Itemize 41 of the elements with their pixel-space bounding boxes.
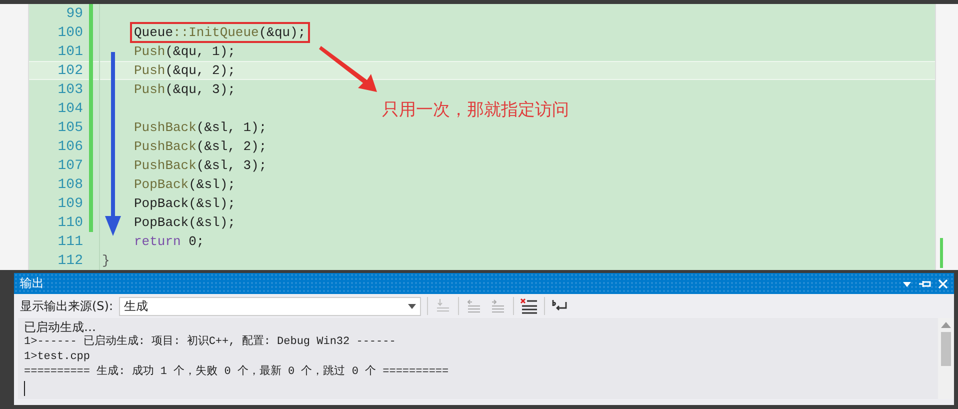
output-line: ========== 生成: 成功 1 个，失败 0 个，最新 0 个，跳过 0 个 ==========	[24, 365, 450, 380]
line-number: 108	[56, 176, 84, 192]
annotation-text: 只用一次，那就指定访问	[382, 99, 569, 121]
line-number: 101	[56, 44, 84, 60]
pointer-arrow	[319, 46, 377, 92]
code-line: Push(&qu, 1);	[133, 43, 236, 60]
clear-all-icon[interactable]	[520, 298, 538, 314]
code-line: PopBack(&sl);	[133, 195, 236, 212]
vertical-scrollbar[interactable]	[935, 4, 958, 270]
source-label: 显示输出来源(S):	[20, 298, 114, 314]
code-line: Push(&qu, 2);	[133, 62, 236, 79]
line-number: 110	[56, 214, 84, 230]
line-number: 112	[56, 252, 84, 268]
code-line: PushBack(&sl, 2);	[133, 138, 268, 155]
line-number: 111	[56, 234, 84, 250]
output-line: 1>test.cpp	[24, 350, 92, 365]
line-number: 107	[56, 158, 84, 174]
panel-title: 输出	[20, 275, 45, 292]
scroll-up-icon[interactable]	[938, 320, 954, 330]
code-line: return 0;	[133, 233, 206, 250]
line-number: 104	[56, 100, 84, 116]
code-line: PopBack(&sl);	[133, 214, 236, 231]
source-dropdown[interactable]: 生成	[119, 296, 422, 316]
output-text-area[interactable]: 已启动生成… 1>------ 已启动生成: 项目: 初识C++, 配置: Debug Win32 ------ 1>test.cpp ========== 生成: 成功 1 个，失败 0 个，最新 0 个，跳过 0 个 ==========	[18, 318, 938, 399]
line-number: 99	[65, 6, 84, 22]
line-number: 102	[56, 62, 84, 78]
boxed-code-line: Queue::InitQueue(&qu);	[132, 24, 308, 41]
output-line: 1>------ 已启动生成: 项目: 初识C++, 配置: Debug Win32 ------	[24, 335, 397, 350]
code-line: PushBack(&sl, 1);	[133, 119, 268, 136]
line-number: 103	[56, 82, 84, 98]
caret-icon	[408, 304, 416, 308]
output-line: 已启动生成…	[24, 320, 97, 334]
code-line: }	[101, 252, 111, 269]
code-line: PopBack(&sl);	[133, 176, 236, 193]
line-number: 100	[56, 24, 84, 40]
code-line: Push(&qu, 3);	[133, 81, 236, 98]
code-line: PushBack(&sl, 3);	[133, 157, 268, 174]
line-number: 106	[56, 138, 84, 154]
text-cursor	[24, 381, 25, 396]
line-number: 105	[56, 120, 84, 136]
line-number: 109	[56, 196, 84, 212]
